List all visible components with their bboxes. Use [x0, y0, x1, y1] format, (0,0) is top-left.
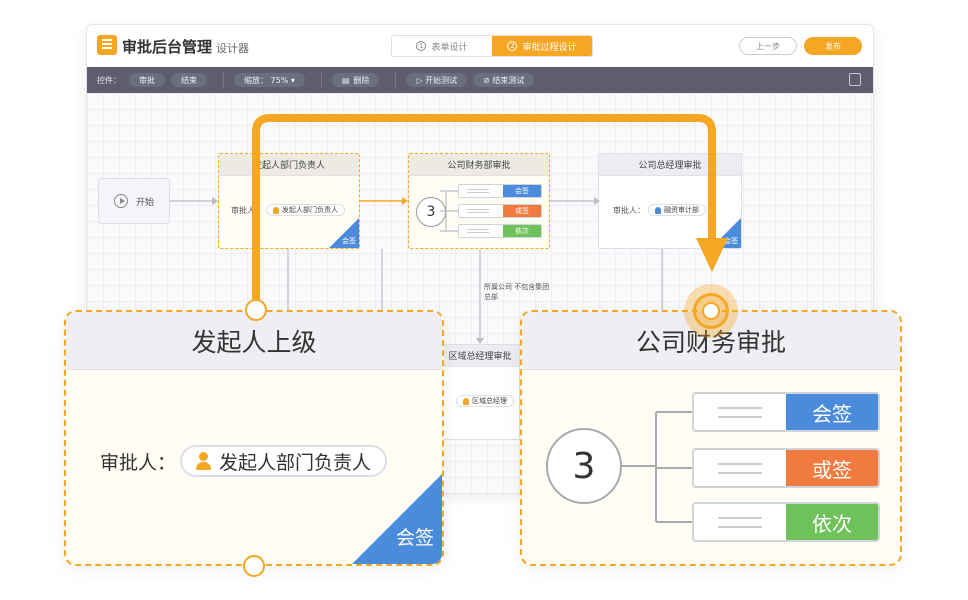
arrow-head [402, 197, 408, 205]
option-countersign[interactable]: 会签 [692, 392, 880, 432]
highlight-path [252, 114, 716, 312]
approver-prefix: 审批人： [100, 451, 177, 474]
connector-handle-top[interactable] [245, 299, 267, 321]
option-or-sign[interactable]: 或签 [692, 448, 880, 488]
arrow-head [212, 197, 218, 205]
drop-target-handle[interactable] [702, 302, 720, 320]
mode-corner [352, 474, 442, 564]
mode-label: 会签 [395, 527, 434, 549]
option-lines [694, 450, 786, 486]
person-icon [196, 452, 212, 470]
option-tag: 依次 [786, 504, 878, 540]
arrow-head [476, 338, 484, 344]
zoom-callout-initiator: 发起人上级 审批人： 发起人部门负责人 会签 [64, 310, 444, 566]
option-tag: 会签 [786, 394, 878, 430]
arrow-head [594, 197, 600, 205]
approver-name: 发起人部门负责人 [219, 451, 372, 474]
option-sequential[interactable]: 依次 [692, 502, 880, 542]
approver-chip[interactable]: 发起人部门负责人 [180, 445, 388, 477]
zoom-callout-finance: 公司财务审批 3 会签 或签 依次 [520, 310, 902, 566]
highlight-arrow-head [696, 238, 728, 272]
option-lines [694, 394, 786, 430]
connector-handle-bottom[interactable] [243, 555, 265, 577]
approver-row: 审批人： 发起人部门负责人 [100, 445, 388, 477]
option-tag: 或签 [786, 450, 878, 486]
stage: 审批后台管理 设计器 1 表单设计 2 审批过程设计 上一步 发布 控件： 审批… [0, 0, 968, 600]
option-lines [694, 504, 786, 540]
